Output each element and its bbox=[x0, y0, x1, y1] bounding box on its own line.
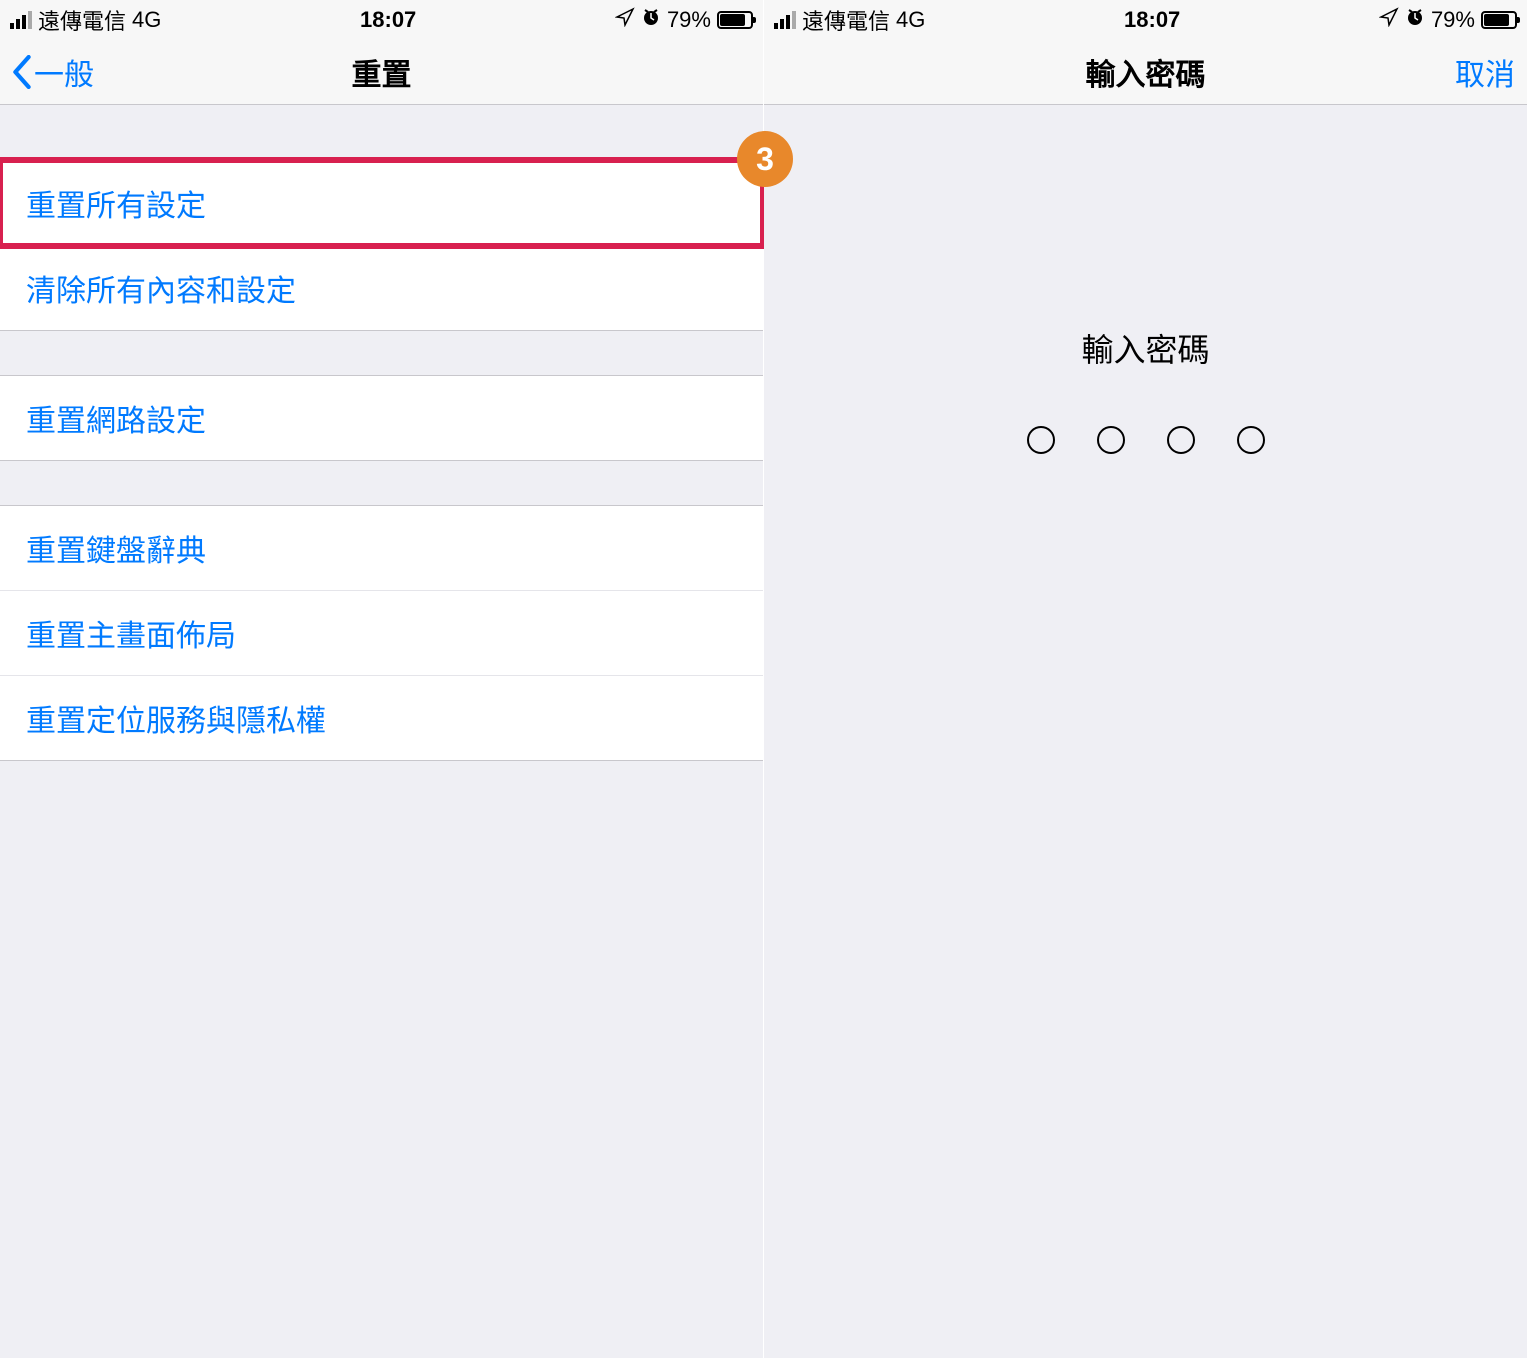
location-icon bbox=[1379, 7, 1399, 33]
row-label: 清除所有內容和設定 bbox=[26, 275, 296, 308]
passcode-area: 輸入密碼 bbox=[764, 105, 1527, 454]
list-section-1: 重置所有設定 3 清除所有內容和設定 bbox=[0, 160, 763, 331]
chevron-left-icon bbox=[12, 55, 32, 89]
list-section-2: 重置網路設定 bbox=[0, 375, 763, 461]
carrier-label: 遠傳電信 bbox=[802, 4, 890, 36]
signal-icon bbox=[774, 11, 796, 29]
network-label: 4G bbox=[896, 7, 925, 33]
network-label: 4G bbox=[132, 7, 161, 33]
left-phone-screen: 遠傳電信 4G 18:07 79% 一般 重置 重置所有設定 3 清除所有內容和… bbox=[0, 0, 764, 1358]
alarm-icon bbox=[1405, 7, 1425, 33]
carrier-label: 遠傳電信 bbox=[38, 4, 126, 36]
reset-all-settings-row[interactable]: 重置所有設定 3 bbox=[0, 160, 763, 246]
passcode-dot[interactable] bbox=[1027, 426, 1055, 454]
row-label: 重置定位服務與隱私權 bbox=[26, 705, 326, 738]
page-title: 重置 bbox=[0, 50, 763, 94]
cancel-button[interactable]: 取消 bbox=[1455, 50, 1515, 94]
battery-percent: 79% bbox=[667, 7, 711, 33]
back-label: 一般 bbox=[34, 50, 94, 94]
back-button[interactable]: 一般 bbox=[12, 50, 94, 94]
alarm-icon bbox=[641, 7, 661, 33]
step-badge: 3 bbox=[737, 131, 793, 187]
reset-location-privacy-row[interactable]: 重置定位服務與隱私權 bbox=[0, 675, 763, 761]
right-phone-screen: 遠傳電信 4G 18:07 79% 輸入密碼 取消 輸入密碼 bbox=[764, 0, 1528, 1358]
row-label: 重置所有設定 bbox=[26, 190, 206, 223]
page-title: 輸入密碼 bbox=[764, 50, 1527, 94]
list-section-3: 重置鍵盤辭典 重置主畫面佈局 重置定位服務與隱私權 bbox=[0, 505, 763, 761]
status-bar: 遠傳電信 4G 18:07 79% bbox=[0, 0, 763, 40]
status-time: 18:07 bbox=[1124, 7, 1180, 33]
passcode-dots bbox=[764, 426, 1527, 454]
battery-icon bbox=[717, 11, 753, 29]
nav-bar: 輸入密碼 取消 bbox=[764, 40, 1527, 105]
row-label: 重置鍵盤辭典 bbox=[26, 535, 206, 568]
status-bar: 遠傳電信 4G 18:07 79% bbox=[764, 0, 1527, 40]
passcode-dot[interactable] bbox=[1237, 426, 1265, 454]
reset-network-row[interactable]: 重置網路設定 bbox=[0, 375, 763, 461]
erase-all-content-row[interactable]: 清除所有內容和設定 bbox=[0, 245, 763, 331]
battery-percent: 79% bbox=[1431, 7, 1475, 33]
battery-icon bbox=[1481, 11, 1517, 29]
passcode-dot[interactable] bbox=[1097, 426, 1125, 454]
passcode-dot[interactable] bbox=[1167, 426, 1195, 454]
row-label: 重置主畫面佈局 bbox=[26, 620, 236, 653]
passcode-prompt: 輸入密碼 bbox=[764, 325, 1527, 371]
location-icon bbox=[615, 7, 635, 33]
status-time: 18:07 bbox=[360, 7, 416, 33]
nav-bar: 一般 重置 bbox=[0, 40, 763, 105]
reset-home-layout-row[interactable]: 重置主畫面佈局 bbox=[0, 590, 763, 676]
reset-keyboard-row[interactable]: 重置鍵盤辭典 bbox=[0, 505, 763, 591]
row-label: 重置網路設定 bbox=[26, 405, 206, 438]
signal-icon bbox=[10, 11, 32, 29]
